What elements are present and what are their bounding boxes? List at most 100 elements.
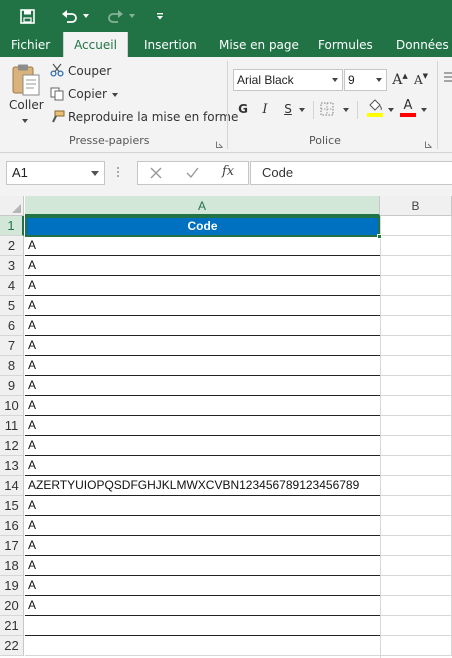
- row-header[interactable]: 16: [0, 516, 24, 536]
- cell[interactable]: [380, 416, 452, 436]
- font-color-dropdown-icon[interactable]: [421, 108, 427, 112]
- row-header[interactable]: 22: [0, 636, 24, 656]
- row-header[interactable]: 11: [0, 416, 24, 436]
- format-painter-label[interactable]: Reproduire la mise en forme: [68, 110, 238, 124]
- cell[interactable]: [25, 636, 380, 656]
- column-header-b[interactable]: B: [380, 196, 452, 216]
- clipboard-launcher-icon[interactable]: [216, 137, 223, 148]
- cell[interactable]: A: [25, 256, 380, 276]
- underline-dropdown-icon[interactable]: [299, 108, 305, 112]
- row-header[interactable]: 15: [0, 496, 24, 516]
- undo-dropdown-icon[interactable]: [80, 0, 92, 32]
- customize-qat-icon[interactable]: [152, 0, 168, 32]
- select-all-button[interactable]: [0, 196, 24, 216]
- cell[interactable]: [380, 356, 452, 376]
- cell[interactable]: A: [25, 556, 380, 576]
- tab-formules[interactable]: Formules: [318, 32, 373, 57]
- font-size-combo[interactable]: 9: [344, 69, 387, 91]
- row-header[interactable]: 10: [0, 396, 24, 416]
- copy-dropdown-icon[interactable]: [112, 93, 118, 97]
- borders-icon[interactable]: [320, 102, 334, 119]
- name-box[interactable]: A1: [6, 161, 105, 185]
- cell[interactable]: A: [25, 536, 380, 556]
- row-header[interactable]: 9: [0, 376, 24, 396]
- cell[interactable]: A: [25, 316, 380, 336]
- bold-button[interactable]: G: [236, 99, 250, 119]
- cell[interactable]: A: [25, 416, 380, 436]
- cell[interactable]: [380, 256, 452, 276]
- cell[interactable]: [380, 536, 452, 556]
- tab-fichier[interactable]: Fichier: [11, 32, 50, 57]
- cell[interactable]: AZERTYUIOPQSDFGHJKLMWXCVBN12345678912345…: [25, 476, 380, 496]
- row-header[interactable]: 13: [0, 456, 24, 476]
- cell[interactable]: [380, 636, 452, 656]
- redo-icon[interactable]: [104, 0, 126, 32]
- paste-label[interactable]: Coller: [9, 98, 44, 112]
- enter-icon[interactable]: [186, 167, 199, 182]
- row-header[interactable]: 20: [0, 596, 24, 616]
- format-painter-icon[interactable]: [50, 110, 65, 128]
- column-header-a[interactable]: A: [25, 196, 380, 216]
- selected-cell-a1[interactable]: Code: [25, 216, 380, 237]
- cell[interactable]: A: [25, 516, 380, 536]
- cell[interactable]: [380, 516, 452, 536]
- row-header[interactable]: 8: [0, 356, 24, 376]
- tab-donnees[interactable]: Données: [396, 32, 449, 57]
- row-header[interactable]: 6: [0, 316, 24, 336]
- cell[interactable]: A: [25, 376, 380, 396]
- cell[interactable]: [380, 456, 452, 476]
- font-launcher-icon[interactable]: [425, 137, 432, 148]
- cell[interactable]: [380, 616, 452, 636]
- cell[interactable]: A: [25, 496, 380, 516]
- borders-dropdown-icon[interactable]: [343, 108, 349, 112]
- fill-handle[interactable]: [377, 234, 382, 239]
- row-header[interactable]: 3: [0, 256, 24, 276]
- row-header[interactable]: 18: [0, 556, 24, 576]
- row-header[interactable]: 2: [0, 236, 24, 256]
- row-header[interactable]: 5: [0, 296, 24, 316]
- row-header[interactable]: 19: [0, 576, 24, 596]
- row-header[interactable]: 12: [0, 436, 24, 456]
- cell[interactable]: A: [25, 596, 380, 616]
- copy-label[interactable]: Copier: [68, 87, 107, 101]
- fill-color-icon[interactable]: [367, 98, 383, 118]
- cell[interactable]: [380, 396, 452, 416]
- tab-accueil[interactable]: Accueil: [63, 32, 128, 57]
- copy-icon[interactable]: [50, 87, 64, 104]
- cell[interactable]: A: [25, 436, 380, 456]
- shrink-font-button[interactable]: A ▼: [413, 69, 429, 91]
- cell[interactable]: [380, 376, 452, 396]
- row-header[interactable]: 17: [0, 536, 24, 556]
- cell[interactable]: [380, 496, 452, 516]
- font-color-button[interactable]: A: [400, 97, 416, 118]
- insert-function-icon[interactable]: fx: [222, 164, 234, 179]
- font-name-combo[interactable]: Arial Black: [233, 69, 343, 91]
- tab-mise-en-page[interactable]: Mise en page: [219, 32, 299, 57]
- cell[interactable]: [380, 296, 452, 316]
- cell[interactable]: A: [25, 456, 380, 476]
- chevron-down-icon[interactable]: [91, 171, 99, 176]
- cell[interactable]: A: [25, 276, 380, 296]
- drag-handle-icon[interactable]: [116, 166, 120, 180]
- cell[interactable]: A: [25, 336, 380, 356]
- align-icon[interactable]: [444, 71, 452, 88]
- cell[interactable]: [380, 596, 452, 616]
- cut-label[interactable]: Couper: [68, 64, 111, 78]
- paste-icon[interactable]: [9, 63, 43, 97]
- italic-button[interactable]: I: [259, 99, 271, 119]
- cell[interactable]: [380, 556, 452, 576]
- cell[interactable]: [380, 276, 452, 296]
- scissors-icon[interactable]: [50, 63, 64, 80]
- redo-dropdown-icon[interactable]: [126, 0, 138, 32]
- cell[interactable]: [380, 576, 452, 596]
- cell[interactable]: [380, 476, 452, 496]
- underline-button[interactable]: S: [282, 99, 294, 119]
- cell[interactable]: [25, 616, 380, 636]
- row-header[interactable]: 21: [0, 616, 24, 636]
- fill-color-dropdown-icon[interactable]: [388, 108, 394, 112]
- formula-input[interactable]: Code: [250, 161, 452, 185]
- save-icon[interactable]: [14, 0, 40, 32]
- cell[interactable]: [380, 436, 452, 456]
- tab-insertion[interactable]: Insertion: [144, 32, 197, 57]
- undo-icon[interactable]: [58, 0, 80, 32]
